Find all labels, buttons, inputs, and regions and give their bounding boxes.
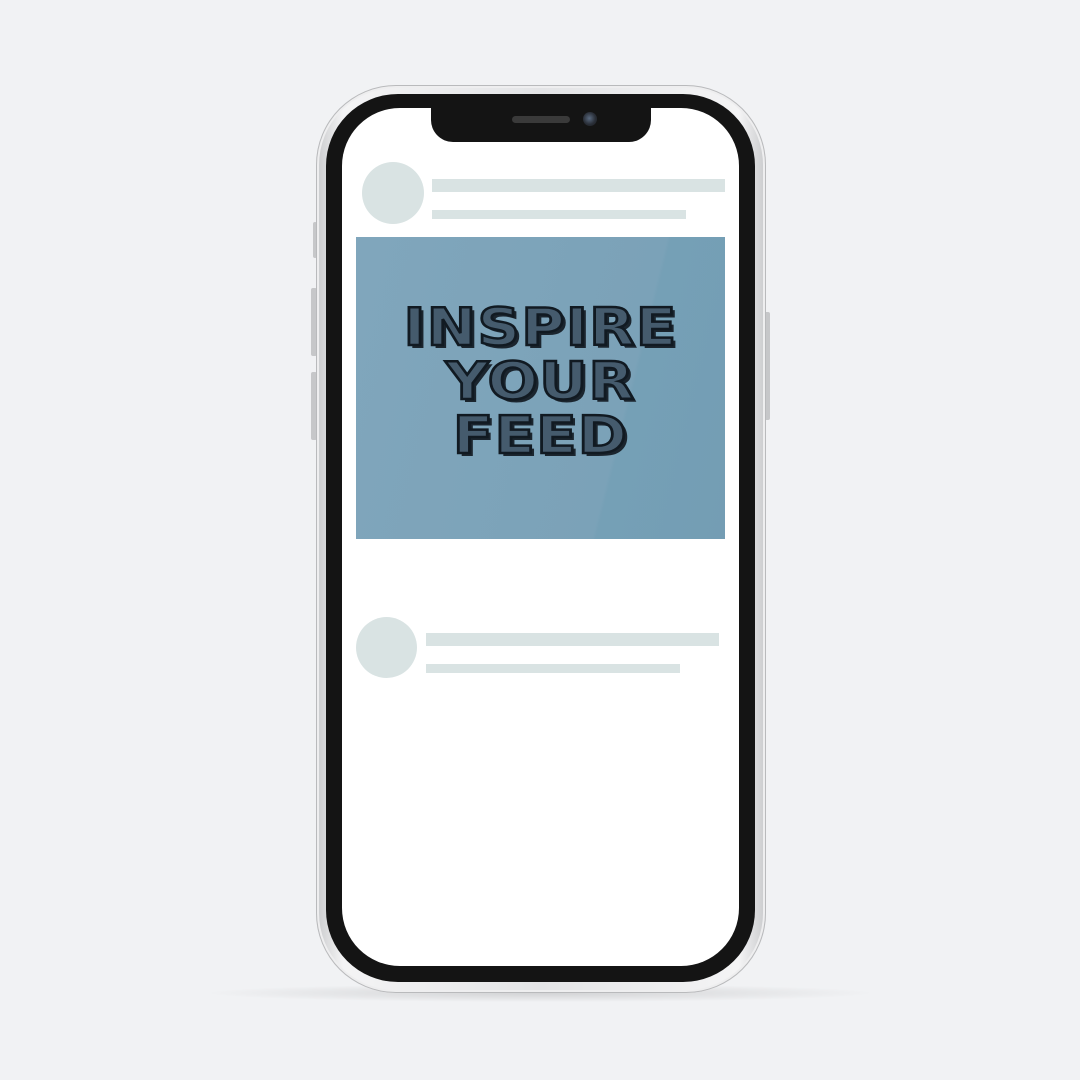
headline-line-1: INSPIRE [402, 298, 678, 358]
post-subtitle-placeholder [432, 210, 686, 219]
camera-icon [583, 112, 597, 126]
headline-line-3: FEED [451, 406, 629, 466]
post-title-placeholder [426, 633, 719, 646]
post-avatar-placeholder[interactable] [356, 617, 417, 678]
post-subtitle-placeholder [426, 664, 680, 673]
post-image[interactable]: INSPIRE YOUR FEED [356, 237, 725, 539]
speaker-icon [512, 116, 570, 123]
headline-line-2: YOUR [444, 352, 636, 412]
post-avatar-placeholder[interactable] [362, 162, 424, 224]
phone-notch [431, 108, 651, 142]
post-headline: INSPIRE YOUR FEED [356, 298, 725, 466]
post-title-placeholder [432, 179, 725, 192]
